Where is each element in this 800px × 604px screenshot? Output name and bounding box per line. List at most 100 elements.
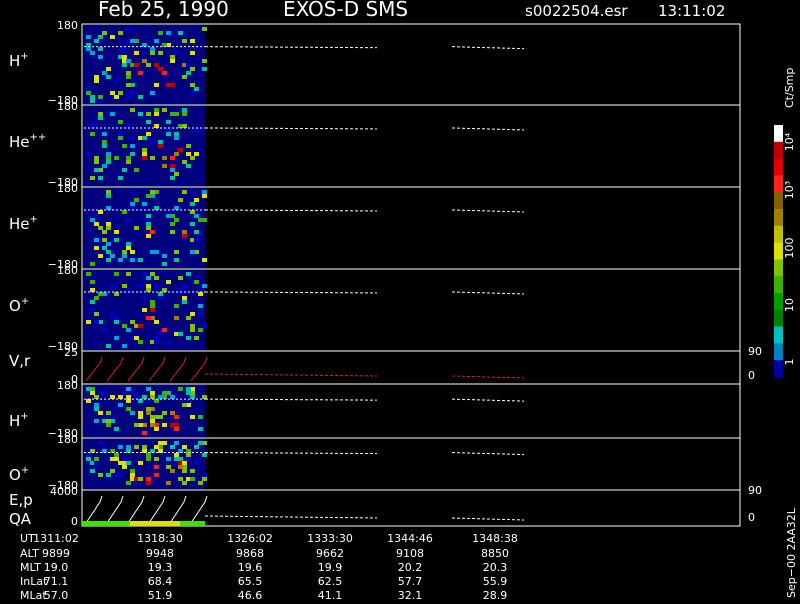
spectrogram-cell	[146, 218, 151, 222]
spectrogram-cell	[106, 242, 111, 246]
colorbar-swatch	[774, 360, 783, 378]
spectrogram-cell	[94, 238, 99, 242]
orbit-table: UTALTMLTInLatMLat1311:02989919.071.157.0…	[20, 532, 518, 602]
spectrogram-cell	[162, 391, 167, 395]
colorbar-label: 1	[783, 359, 796, 366]
panel-frame	[81, 489, 741, 527]
spectrogram-cell	[182, 124, 187, 128]
spectrogram-cell	[170, 423, 175, 427]
spectrogram-cell	[138, 461, 143, 465]
spectrogram-cell	[98, 176, 103, 180]
spectrogram-cell	[162, 262, 167, 266]
spectrogram-cell	[126, 156, 131, 160]
spectrogram-cell	[102, 164, 107, 168]
colorbar-swatch	[774, 175, 783, 193]
colorbar-swatch	[774, 326, 783, 344]
spectrogram-cell	[94, 395, 99, 399]
colorbar-swatch	[774, 309, 783, 328]
spectrogram-cell	[98, 210, 103, 214]
table-cell: 8850	[481, 547, 509, 560]
spectrogram-cell	[94, 79, 99, 83]
spectrogram-cell	[178, 387, 183, 391]
spectrogram-cell	[142, 59, 147, 63]
spectrogram-cell	[146, 194, 151, 198]
instrument-name: EXOS-D SMS	[283, 0, 408, 21]
spectrogram-cell	[170, 469, 175, 473]
spectrogram-cell	[138, 258, 143, 262]
spectrogram-cell	[146, 63, 151, 67]
spectrogram-cell	[202, 284, 207, 288]
spectrogram-cell	[190, 91, 195, 95]
spectrogram-cell	[166, 465, 171, 469]
table-cell: 32.1	[398, 589, 423, 600]
spectrogram-cell	[154, 473, 159, 477]
spectrogram-cell	[130, 320, 135, 324]
spectrogram-cell	[118, 132, 123, 136]
spectrogram-cell	[146, 226, 151, 230]
spectrogram-cell	[170, 156, 175, 160]
spectrogram-cell	[98, 47, 103, 51]
spectrogram-cell	[134, 395, 139, 399]
spectrogram-cell	[182, 296, 187, 300]
spectrogram-cell	[126, 461, 131, 465]
spectrogram-cell	[182, 481, 187, 485]
spectrogram-cell	[118, 120, 123, 124]
spectrogram-cell	[166, 120, 171, 124]
spectrogram-cell	[138, 112, 143, 116]
spectrogram-cell	[110, 395, 115, 399]
colorbar-label: 10³	[783, 181, 796, 199]
spectrogram-cell	[174, 427, 179, 431]
spectrogram-cell	[158, 292, 163, 296]
spectrogram-cell	[142, 156, 147, 160]
spectrogram-cell	[98, 116, 103, 120]
quality-bar	[130, 521, 180, 526]
spectrogram-cell	[122, 63, 127, 67]
spectrogram-cell	[190, 51, 195, 55]
spectrogram-cell	[94, 160, 99, 164]
table-cell: 28.9	[483, 589, 508, 600]
spectrogram-cell	[178, 457, 183, 461]
spectrogram-cell	[134, 168, 139, 172]
spectrogram-cell	[142, 395, 147, 399]
spectrogram-cell	[202, 190, 207, 194]
spectrogram-cell	[106, 250, 111, 254]
spectrogram-cell	[182, 160, 187, 164]
table-cell: 68.4	[148, 575, 173, 588]
spectrogram-cell	[186, 71, 191, 75]
spectrogram-cell	[178, 276, 183, 280]
spectrogram-cell	[174, 172, 179, 176]
spectrogram-cell	[90, 308, 95, 312]
spectrogram-cell	[114, 457, 119, 461]
colorbar-unit: Ct/Smp	[783, 68, 796, 108]
panel-label: V,r	[9, 352, 31, 370]
spectrogram-cell	[122, 324, 127, 328]
spectrogram-cell	[106, 258, 111, 262]
spectrogram-cell	[154, 124, 159, 128]
spectrogram-cell	[174, 304, 179, 308]
spectrogram-cell	[94, 246, 99, 250]
spectrogram-cell	[170, 168, 175, 172]
spectrogram-cell	[130, 411, 135, 415]
spectrogram-cell	[198, 218, 203, 222]
table-cell: 1318:30	[137, 532, 183, 545]
spectrogram-cell	[174, 415, 179, 419]
spectrogram-cell	[126, 160, 131, 164]
spectrogram-cell	[98, 411, 103, 415]
spectrogram-cell	[186, 272, 191, 276]
spectrogram-cell	[98, 292, 103, 296]
spectrogram-cell	[98, 99, 103, 103]
spectrogram-cell	[98, 112, 103, 116]
panel-o1: O+180−180	[9, 264, 741, 353]
spectrogram-cell	[98, 55, 103, 59]
colorbar-swatch	[774, 225, 783, 244]
spectrogram-cell	[102, 140, 107, 144]
spectrogram-cell	[122, 55, 127, 59]
spectrogram-cell	[94, 222, 99, 226]
spectrogram-cell	[122, 457, 127, 461]
spectrogram-cell	[94, 75, 99, 79]
colorbar-swatch	[774, 209, 783, 227]
spectrogram-cell	[166, 214, 171, 218]
spectrogram-cell	[114, 320, 119, 324]
spectrogram-cell	[94, 457, 99, 461]
spectrogram-cell	[154, 340, 159, 344]
